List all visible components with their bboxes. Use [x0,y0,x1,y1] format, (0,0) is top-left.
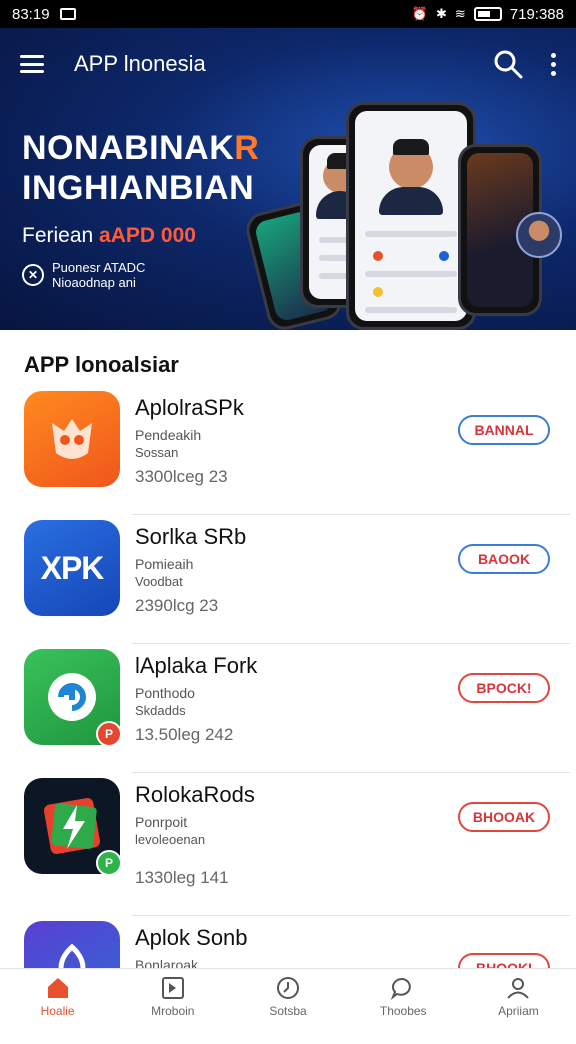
list-item[interactable]: XPK Sorlka SRb Pomieaih Voodbat 2390lcg … [8,514,570,643]
lightning-card-icon [43,797,101,855]
hero-headline: NONABINAKR INGHIANBIAN [22,128,259,208]
app-icon-mascot [24,391,120,487]
app-icon-green: P [24,649,122,747]
phone-mockup-center [346,102,476,330]
download-button[interactable]: BANNAL [458,415,550,445]
hero-banner[interactable]: APP lnonesia NONABINAKR INGHIANBIAN Feri… [0,28,576,330]
nav-media[interactable]: Mroboin [115,969,230,1024]
menu-icon[interactable] [20,55,44,73]
app-icon-dark: P [24,778,122,876]
app-badge-icon: P [96,850,122,876]
app-list: AplolraSPk Pendeakih Sossan 3300lceg 23 … [8,385,570,1044]
nav-label: Apriiam [498,1003,539,1018]
app-name: Aplok Sonb [135,925,248,950]
status-time: 83:19 [12,5,50,23]
headline-accent: R [234,129,260,167]
alarm-icon: ⏰ [411,6,428,21]
nav-label: Mroboin [151,1003,195,1018]
app-list-card: APP lonoalsiar AplolraSPk Pendeakih Soss… [8,330,570,1017]
status-bar: 83:19 ⏰ ✱ ≋ 719:388 [0,0,576,28]
app-developer: Ponrpoit [135,814,188,830]
app-icon-xpk: XPK [24,520,120,616]
app-name: lAplaka Fork [135,653,258,678]
brand-line2: Nioaodnap ani [52,275,136,290]
nav-label: Sotsba [269,1003,307,1018]
app-category: Skdadds [135,703,186,718]
brand-line1: Puonesr ATADC [52,260,146,275]
app-developer: Pendeakih [135,427,202,443]
app-title: APP lnonesia [74,51,206,76]
nav-chat[interactable]: Thoobes [346,969,461,1024]
search-icon[interactable] [493,49,523,79]
person-icon [507,977,530,999]
app-name: Sorlka SRb [135,524,247,549]
chat-icon [390,977,412,1000]
app-size: 3300lceg 23 [135,467,228,486]
status-right-text: 719:388 [509,5,564,23]
nav-label: Hoalie [40,1003,75,1018]
clock-icon [277,976,299,999]
media-icon [161,976,184,999]
app-category: Voodbat [135,574,183,589]
battery-icon [473,7,502,21]
nav-home[interactable]: Hoalie [0,969,115,1024]
hero-subline: Feriean aAPD 000 [22,224,196,248]
headline-line1: NONABINAK [22,129,235,167]
hero-avatar [516,212,562,258]
download-button[interactable]: BPOCK! [458,673,550,703]
app-category: Sossan [135,445,179,460]
home-icon [47,977,68,998]
list-item[interactable]: P lAplaka Fork Ponthodo Skdadds 13.50leg… [8,643,570,772]
headline-line2: INGHIANBIAN [22,169,255,207]
app-badge-icon: P [96,721,122,747]
app-icon-text: XPK [40,549,105,586]
download-button[interactable]: BAOOK [458,544,550,574]
nav-label: Thoobes [379,1003,427,1018]
app-bar: APP lnonesia [0,28,576,100]
app-developer: Pomieaih [135,556,194,572]
app-name: AplolraSPk [135,395,244,420]
refresh-chat-icon [48,673,96,721]
bluetooth-icon: ✱ [435,6,447,21]
list-item[interactable]: AplolraSPk Pendeakih Sossan 3300lceg 23 … [8,385,570,514]
app-size: 1330leg 141 [135,868,229,887]
app-size: 2390lcg 23 [135,596,219,615]
more-options-icon[interactable] [551,52,556,76]
nav-clock[interactable]: Sotsba [230,969,345,1024]
wifi-icon: ≋ [454,6,466,21]
app-name: RolokaRods [135,782,255,807]
app-size: 13.50leg 242 [135,725,234,744]
subline-text: Feriean [22,224,100,247]
hero-brand: ✕ Puonesr ATADC Nioaodnap ani [22,260,145,290]
brand-logo-icon: ✕ [22,264,44,286]
bottom-navigation: Hoalie Mroboin Sotsba Thoobes Apriiam [0,968,576,1024]
list-item[interactable]: P RolokaRods Ponrpoit levoleoenan 1330le… [8,772,570,915]
nav-profile[interactable]: Apriiam [461,969,576,1024]
app-developer: Ponthodo [135,685,195,701]
mascot-icon [52,419,92,459]
section-title: APP lonoalsiar [24,352,179,377]
download-button[interactable]: BHOOAK [458,802,550,832]
app-category: levoleoenan [135,832,206,847]
image-notification-icon [59,8,76,20]
subline-accent: aAPD 000 [99,224,196,247]
